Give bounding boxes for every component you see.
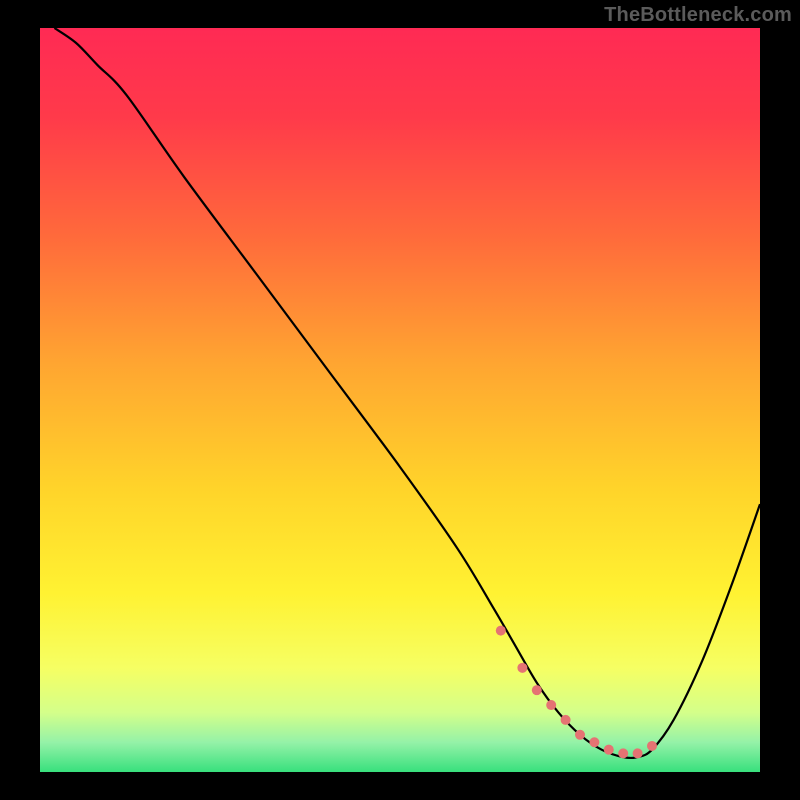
marker-point <box>647 741 657 751</box>
bottleneck-chart <box>0 0 800 800</box>
marker-point <box>517 663 527 673</box>
watermark-text: TheBottleneck.com <box>604 4 792 27</box>
marker-point <box>496 626 506 636</box>
marker-point <box>633 748 643 758</box>
marker-point <box>589 737 599 747</box>
marker-point <box>575 730 585 740</box>
plot-background <box>40 28 760 772</box>
marker-point <box>618 748 628 758</box>
chart-frame: TheBottleneck.com <box>0 0 800 800</box>
marker-point <box>546 700 556 710</box>
marker-point <box>561 715 571 725</box>
marker-point <box>532 685 542 695</box>
marker-point <box>604 745 614 755</box>
